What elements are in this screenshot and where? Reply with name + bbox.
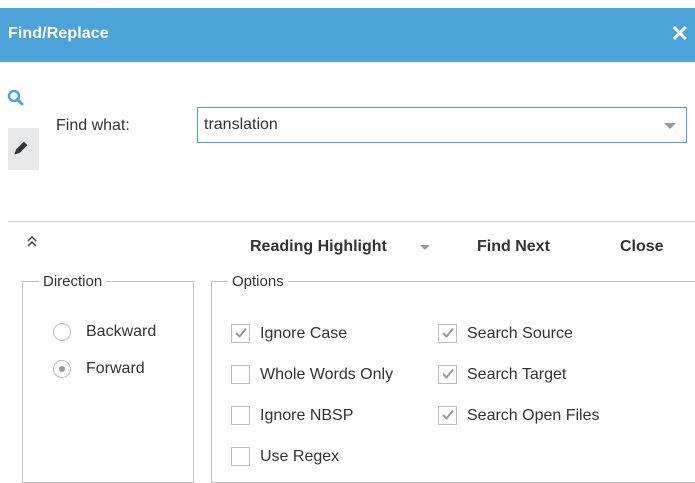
option-search-open-files[interactable]: Search Open Files [438,406,600,425]
dialog-titlebar: Find/Replace ✕ [0,8,695,62]
checkbox-label: Search Open Files [467,406,600,424]
checkbox[interactable] [231,365,250,384]
checkbox-label: Ignore NBSP [260,406,354,424]
radio-button[interactable] [53,360,71,378]
chevron-down-icon[interactable] [664,123,676,129]
options-legend: Options [232,273,284,290]
options-group: Options Ignore Case Whole Words Only Ign… [211,273,695,483]
checkbox[interactable] [438,406,457,425]
option-whole-words[interactable]: Whole Words Only [231,365,393,384]
divider [8,221,695,222]
radio-backward[interactable]: Backward [53,323,156,341]
radio-label: Backward [86,323,157,340]
checkbox-label: Search Target [467,365,567,383]
checkmark-icon [442,368,454,379]
collapse-icon[interactable] [25,235,39,249]
radio-button[interactable] [53,323,71,341]
checkbox[interactable] [231,406,250,425]
pencil-icon [14,141,28,155]
checkbox-label: Whole Words Only [260,365,394,383]
dialog-title: Find/Replace [8,25,109,42]
checkbox-label: Ignore Case [260,324,348,342]
option-search-source[interactable]: Search Source [438,324,573,343]
close-button[interactable]: Close [620,238,664,256]
checkbox[interactable] [231,324,250,343]
chevron-down-icon[interactable] [420,245,430,250]
checkbox[interactable] [438,324,457,343]
radio-forward[interactable]: Forward [53,360,145,378]
checkbox-label: Search Source [467,324,573,342]
option-ignore-nbsp[interactable]: Ignore NBSP [231,406,353,425]
checkmark-icon [442,327,454,338]
find-what-label: Find what: [56,117,130,134]
tab-find[interactable] [7,82,39,122]
find-what-input[interactable] [204,108,644,142]
option-use-regex[interactable]: Use Regex [231,447,339,466]
reading-highlight-button[interactable]: Reading Highlight [250,238,387,256]
radio-label: Forward [86,360,145,377]
search-icon [7,89,24,106]
close-icon[interactable]: ✕ [671,20,689,48]
checkbox[interactable] [231,447,250,466]
find-next-button[interactable]: Find Next [477,238,550,256]
checkmark-icon [235,327,247,338]
checkbox-label: Use Regex [260,447,340,465]
checkmark-icon [442,409,454,420]
find-what-combobox[interactable] [197,107,687,143]
option-search-target[interactable]: Search Target [438,365,566,384]
direction-group: Direction Backward Forward [22,273,194,483]
tab-replace[interactable] [8,128,39,170]
direction-legend: Direction [43,273,103,290]
option-ignore-case[interactable]: Ignore Case [231,324,347,343]
checkbox[interactable] [438,365,457,384]
